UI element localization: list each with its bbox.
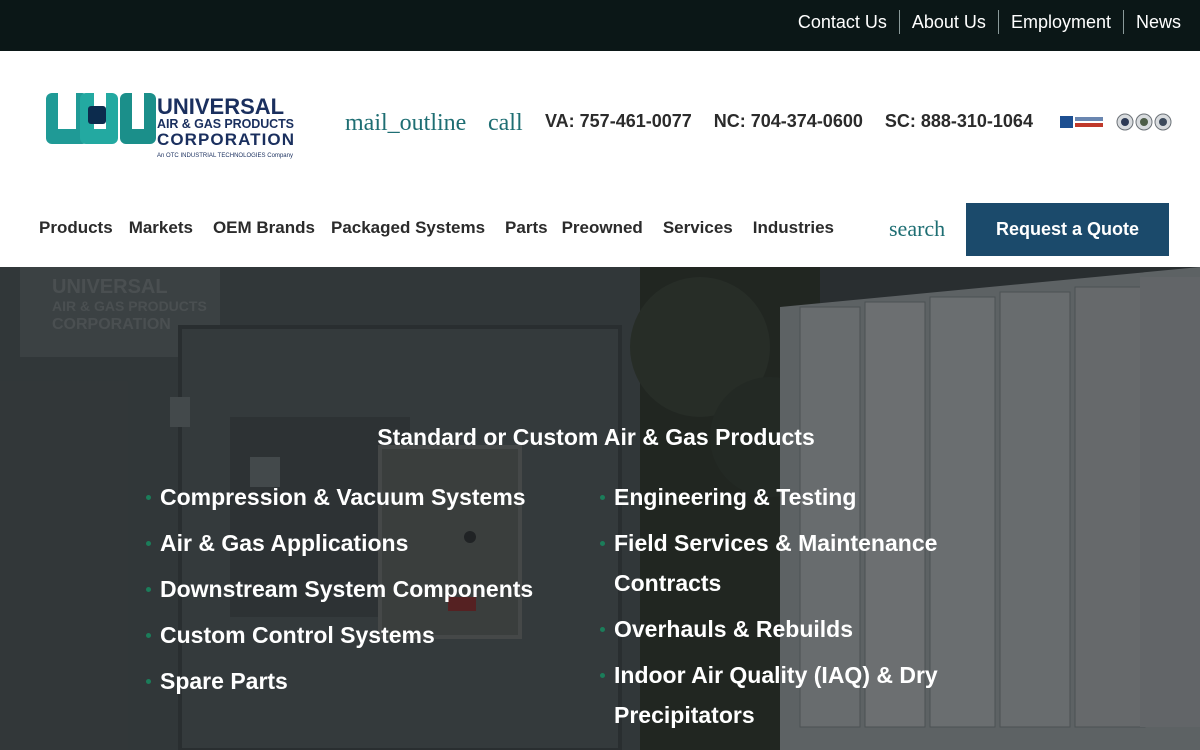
employment-link[interactable]: Employment <box>997 10 1123 34</box>
list-item[interactable]: Field Services & Maintenance Contracts <box>600 523 980 603</box>
list-item[interactable]: Engineering & Testing <box>600 477 980 517</box>
bullet <box>600 673 605 678</box>
hero-section: UNIVERSAL AIR & GAS PRODUCTS CORPORATION… <box>0 267 1200 750</box>
bullet <box>600 627 605 632</box>
seal-icon <box>1154 113 1172 131</box>
request-quote-button[interactable]: Request a Quote <box>966 203 1169 256</box>
list-item[interactable]: Indoor Air Quality (IAQ) & Dry Precipita… <box>600 655 980 735</box>
nav-oem-brands[interactable]: OEM Brands <box>213 218 315 238</box>
phone-va[interactable]: VA: 757-461-0077 <box>545 111 692 132</box>
list-item[interactable]: Downstream System Components <box>146 569 586 609</box>
hero-title: Standard or Custom Air & Gas Products <box>377 424 815 450</box>
company-logo[interactable]: UNIVERSAL AIR & GAS PRODUCTS CORPORATION… <box>46 92 296 162</box>
logo-line-1: UNIVERSAL <box>157 94 284 119</box>
nav-services[interactable]: Services <box>663 218 733 238</box>
top-bar: Contact Us About Us Employment News <box>0 0 1200 51</box>
nav-products[interactable]: Products <box>39 218 113 238</box>
about-us-link[interactable]: About Us <box>898 10 998 34</box>
gsa-advantage-badge <box>1060 116 1103 128</box>
site-header: UNIVERSAL AIR & GAS PRODUCTS CORPORATION… <box>0 51 1200 267</box>
nav-packaged-systems[interactable]: Packaged Systems <box>331 218 485 238</box>
logo-line-3: CORPORATION <box>157 130 294 149</box>
logo-line-2: AIR & GAS PRODUCTS <box>157 117 294 131</box>
contact-us-link[interactable]: Contact Us <box>786 10 899 34</box>
bullet <box>146 495 151 500</box>
phone-numbers: VA: 757-461-0077 NC: 704-374-0600 SC: 88… <box>545 111 1033 132</box>
bullet <box>146 633 151 638</box>
bullet <box>600 495 605 500</box>
bullet <box>146 587 151 592</box>
call-icon[interactable]: call <box>488 110 523 137</box>
certification-badges <box>1060 113 1172 131</box>
phone-nc[interactable]: NC: 704-374-0600 <box>714 111 863 132</box>
main-nav: Products Markets OEM Brands Packaged Sys… <box>39 218 834 238</box>
list-item[interactable]: Compression & Vacuum Systems <box>146 477 586 517</box>
seal-icon <box>1116 113 1134 131</box>
services-list: Engineering & Testing Field Services & M… <box>600 477 980 741</box>
list-item[interactable]: Spare Parts <box>146 661 586 701</box>
utility-nav: Contact Us About Us Employment News <box>786 10 1181 34</box>
bullet <box>600 541 605 546</box>
phone-sc[interactable]: SC: 888-310-1064 <box>885 111 1033 132</box>
bullet <box>146 679 151 684</box>
products-list: Compression & Vacuum Systems Air & Gas A… <box>146 477 586 707</box>
news-link[interactable]: News <box>1122 10 1181 34</box>
nav-parts[interactable]: Parts <box>505 218 548 238</box>
list-item[interactable]: Air & Gas Applications <box>146 523 586 563</box>
seal-icon <box>1135 113 1153 131</box>
list-item[interactable]: Overhauls & Rebuilds <box>600 609 980 649</box>
nav-markets[interactable]: Markets <box>129 218 193 238</box>
list-item[interactable]: Custom Control Systems <box>146 615 586 655</box>
bullet <box>146 541 151 546</box>
nav-industries[interactable]: Industries <box>753 218 834 238</box>
search-icon[interactable]: search <box>889 216 945 242</box>
mail-icon[interactable]: mail_outline <box>345 110 466 137</box>
logo-tagline: An OTC INDUSTRIAL TECHNOLOGIES Company <box>157 153 293 159</box>
nav-preowned[interactable]: Preowned <box>562 218 643 238</box>
